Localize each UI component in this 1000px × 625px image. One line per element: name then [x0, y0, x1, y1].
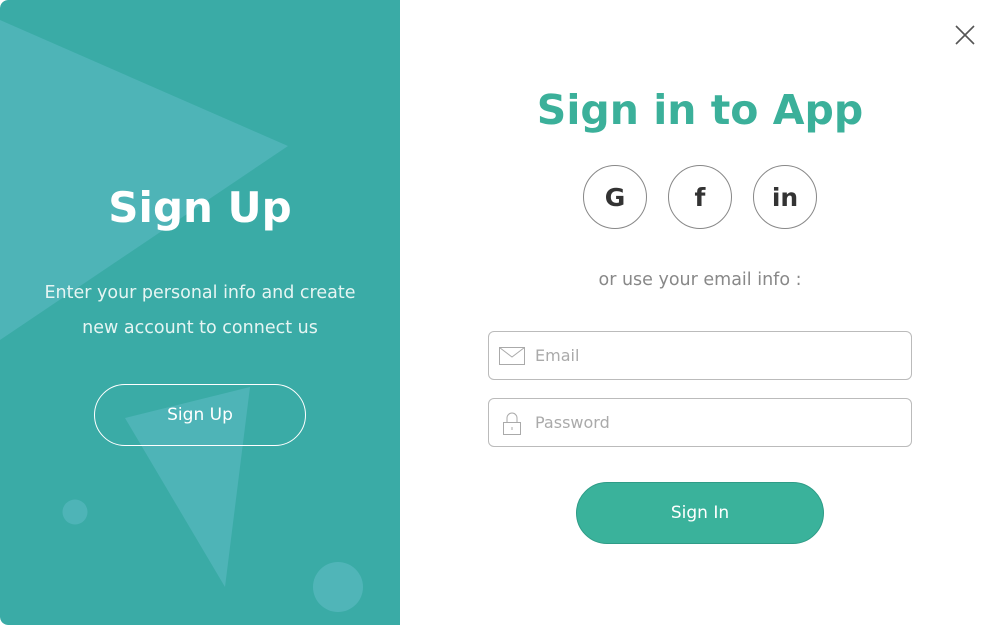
- email-input[interactable]: [535, 346, 911, 365]
- description-line: new account to connect us: [82, 318, 318, 338]
- google-button[interactable]: G: [583, 165, 647, 229]
- auth-dialog: Sign Up Enter your personal info and cre…: [0, 0, 1000, 625]
- signup-button[interactable]: Sign Up: [94, 384, 306, 446]
- close-icon[interactable]: [952, 22, 978, 48]
- signin-title: Sign in to App: [536, 86, 864, 134]
- linkedin-icon: in: [771, 182, 799, 212]
- linkedin-button[interactable]: in: [753, 165, 817, 229]
- lock-icon: [489, 411, 535, 435]
- facebook-button[interactable]: f: [668, 165, 732, 229]
- signup-description: Enter your personal info and create new …: [0, 276, 400, 346]
- envelope-icon: [489, 346, 535, 365]
- email-field[interactable]: [488, 331, 912, 380]
- password-input[interactable]: [535, 413, 911, 432]
- circle-large: [313, 562, 363, 612]
- description-line: Enter your personal info and create: [44, 283, 356, 303]
- circle-small: [62, 499, 88, 525]
- divider-text: or use your email info :: [598, 270, 802, 290]
- google-icon: G: [604, 182, 626, 212]
- signin-button[interactable]: Sign In: [576, 482, 824, 544]
- facebook-icon: f: [694, 182, 706, 212]
- signup-panel: Sign Up Enter your personal info and cre…: [0, 0, 400, 625]
- password-field[interactable]: [488, 398, 912, 447]
- signup-title: Sign Up: [108, 183, 292, 232]
